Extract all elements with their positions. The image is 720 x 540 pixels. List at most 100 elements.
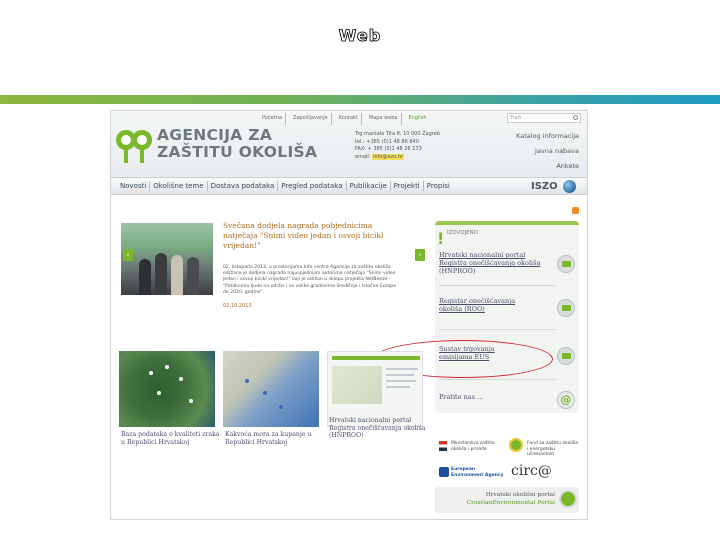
- person-figure: [187, 257, 199, 295]
- tile-hnproo-portal[interactable]: [327, 351, 423, 427]
- map-pin: [179, 377, 183, 381]
- item-line: Hrvatski nacionalni portal: [439, 251, 526, 259]
- iszo-logo[interactable]: ISZO: [531, 181, 558, 192]
- portal-line: CroatianEnvironmental Portal: [466, 500, 555, 506]
- link-hnproo-portal[interactable]: Hrvatski nacionalni portal Registra oneč…: [439, 251, 575, 275]
- circa-logo[interactable]: circ@: [511, 463, 552, 479]
- fund-logo-icon[interactable]: [509, 438, 523, 452]
- croatia-coat-of-arms-icon[interactable]: [439, 441, 447, 451]
- nav-item-projects[interactable]: Projekti: [391, 181, 424, 191]
- environmental-portal-banner[interactable]: Hrvatski okolišni portal CroatianEnviron…: [435, 487, 579, 513]
- nav-item-topics[interactable]: Okolišne teme: [150, 181, 208, 191]
- prev-arrow-icon[interactable]: ‹: [123, 249, 133, 261]
- email-label: email:: [355, 153, 371, 160]
- person-figure: [155, 253, 167, 295]
- search-icon[interactable]: [573, 115, 578, 120]
- globe-eu-icon[interactable]: [557, 347, 575, 365]
- link-procurement[interactable]: Javna nabava: [483, 144, 579, 159]
- link-follow-us[interactable]: Pratite nas ...: [439, 393, 575, 401]
- map-pin: [279, 405, 283, 409]
- nav-item-news[interactable]: Novosti: [117, 181, 151, 191]
- person-figure: [139, 259, 151, 295]
- fund-logo-text[interactable]: Fond za zaštitu okoliša i energetsku uči…: [527, 441, 579, 458]
- divider: [439, 285, 555, 286]
- item-line: (HNPROO): [439, 267, 476, 275]
- portal-logo-icon: [559, 490, 577, 508]
- at-sign-icon[interactable]: @: [557, 391, 575, 409]
- item-line: Registra onečišćavanja okoliša: [439, 259, 541, 267]
- tile-air-quality[interactable]: [119, 351, 215, 427]
- top-link-jobs[interactable]: Zapošljavanje: [290, 113, 332, 125]
- tile-text-line: [386, 374, 414, 376]
- tile-text-line: [386, 386, 410, 388]
- featured-news: ‹ › Svečana dodjela nagrada pobjednicima…: [115, 219, 425, 319]
- contact-address: Trg maršala Tita 8, 10 000 Zagreb tel.: …: [355, 131, 465, 161]
- nav-item-regulations[interactable]: Propisi: [424, 181, 453, 191]
- nav-item-data-delivery[interactable]: Dostava podataka: [208, 181, 279, 191]
- featured-title[interactable]: Svečana dodjela nagrada pobjednicima nat…: [223, 221, 403, 251]
- tile-caption[interactable]: Kakvoća mora za kupanje u Republici Hrva…: [225, 431, 325, 446]
- nav-item-data-overview[interactable]: Pregled podataka: [278, 181, 347, 191]
- tile-caption[interactable]: Baza podataka o kvaliteti zraka u Republ…: [121, 431, 221, 446]
- search-placeholder: Traži: [510, 115, 522, 121]
- site-header: Početna Zapošljavanje Kontakt Mapa weba …: [111, 111, 587, 177]
- rss-icon[interactable]: [572, 207, 579, 214]
- fax-line: FAX: + 385 (0)1 48 26 173: [355, 146, 422, 152]
- panel-top-bar: [435, 221, 579, 225]
- divider: [439, 329, 555, 330]
- top-link-contact[interactable]: Kontakt: [336, 113, 362, 125]
- agency-logo-text[interactable]: AGENCIJA ZA ZAŠTITU OKOLIŠA: [157, 127, 317, 161]
- database-icon[interactable]: [557, 255, 575, 273]
- top-link-english[interactable]: English: [406, 113, 430, 125]
- person-figure: [171, 255, 183, 295]
- top-link-home[interactable]: Početna: [259, 113, 286, 125]
- map-pin: [157, 391, 161, 395]
- map-pin: [165, 365, 169, 369]
- eea-logo-text[interactable]: European Environment Agency: [439, 467, 505, 478]
- map-pin: [245, 379, 249, 383]
- top-links: Početna Zapošljavanje Kontakt Mapa weba …: [259, 113, 430, 125]
- divider: [439, 379, 555, 380]
- globe-icon[interactable]: [563, 180, 576, 193]
- logo-line-1: AGENCIJA ZA: [157, 126, 273, 144]
- tile-caption[interactable]: Hrvatski nacionalni portal Registra oneč…: [329, 417, 429, 440]
- tile-text-line: [386, 380, 416, 382]
- item-line: Pratite nas ...: [439, 393, 484, 401]
- featured-body: 02. listopada 2013. u prostorijama Info …: [223, 265, 397, 295]
- email-link[interactable]: info@azo.hr: [372, 153, 404, 160]
- featured-date: 02.10.2013: [223, 303, 252, 309]
- portal-banner-text: Hrvatski okolišni portal CroatianEnviron…: [455, 491, 555, 507]
- map-pin: [189, 399, 193, 403]
- database-icon[interactable]: [557, 299, 575, 317]
- slide-title: Web: [338, 26, 382, 46]
- header-right-links: Katalog informacija Javna nabava Ankete: [483, 129, 579, 174]
- tile-bathing-water[interactable]: [223, 351, 319, 427]
- link-roo-register[interactable]: Registar onečišćavanja okoliša (ROO): [439, 297, 575, 313]
- tile-text-line: [386, 368, 418, 370]
- portal-line: Hrvatski okolišni portal: [485, 492, 555, 498]
- map-pin: [263, 391, 267, 395]
- link-catalog[interactable]: Katalog informacija: [483, 129, 579, 144]
- address-line: Trg maršala Tita 8, 10 000 Zagreb: [355, 131, 440, 137]
- next-arrow-icon[interactable]: ›: [415, 249, 425, 261]
- tile-map: [332, 366, 382, 404]
- main-nav: Novosti Okolišne teme Dostava podataka P…: [111, 177, 587, 195]
- top-link-sitemap[interactable]: Mapa weba: [366, 113, 402, 125]
- featured-photo[interactable]: [121, 223, 213, 295]
- phone-line: tel.: +385 (0)1 48 86 840: [355, 138, 419, 145]
- logo-line-2: ZAŠTITU OKOLIŠA: [157, 143, 318, 161]
- link-surveys[interactable]: Ankete: [483, 159, 579, 174]
- website-screenshot: Početna Zapošljavanje Kontakt Mapa weba …: [110, 110, 588, 520]
- item-line: okoliša (ROO): [439, 305, 485, 313]
- map-pin: [149, 371, 153, 375]
- search-input[interactable]: Traži: [507, 113, 581, 123]
- highlighted-panel: ! IZDVOJENO Hrvatski nacionalni portal R…: [435, 221, 579, 413]
- agency-logo-icon[interactable]: [113, 125, 155, 165]
- item-line: Registar onečišćavanja: [439, 297, 516, 305]
- exclamation-icon: !: [437, 229, 445, 248]
- nav-item-publications[interactable]: Publikacije: [347, 181, 391, 191]
- ministry-logo-text[interactable]: Ministarstvo zaštite okoliša i prirode: [451, 441, 501, 452]
- tile-header-bar: [332, 356, 420, 360]
- panel-heading: IZDVOJENO: [447, 230, 479, 236]
- gradient-divider: [0, 95, 720, 104]
